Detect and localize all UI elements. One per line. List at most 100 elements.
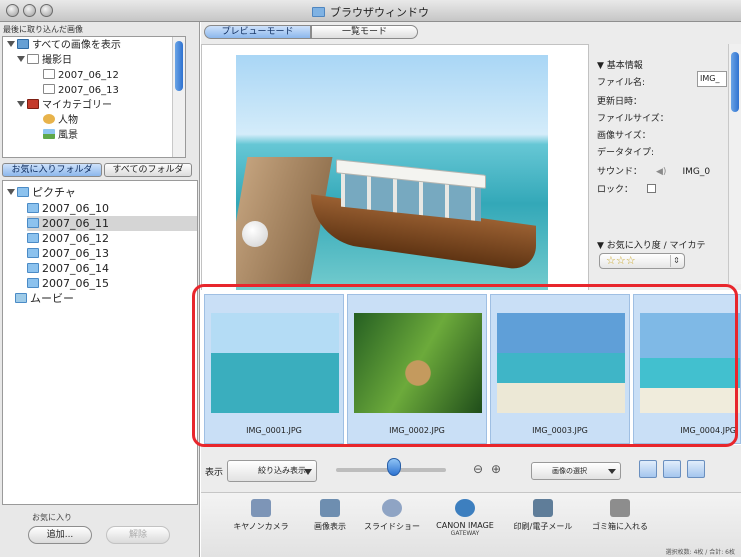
folder-icon xyxy=(27,263,39,273)
tree-item-folder-selected[interactable]: 2007_06_11 xyxy=(27,216,197,231)
gateway-icon xyxy=(455,499,475,517)
tree-item-folder[interactable]: 2007_06_10 xyxy=(27,201,197,216)
tree-item-label: すべての画像を表示 xyxy=(32,40,121,51)
filesize-label: ファイルサイズ： xyxy=(597,114,669,124)
filter-display-button[interactable]: 絞り込み表示 xyxy=(227,460,317,482)
disclosure-triangle-icon[interactable] xyxy=(17,101,25,107)
folder-tree: ピクチャ 2007_06_10 2007_06_11 2007_06_12 20… xyxy=(2,180,198,505)
view-grid-icon[interactable] xyxy=(687,460,705,478)
tree-item-label: ピクチャ xyxy=(32,186,76,199)
tab-favorite-folder[interactable]: お気に入りフォルダ xyxy=(2,163,102,177)
folder-icon xyxy=(27,278,39,288)
slider-thumb[interactable] xyxy=(387,458,401,476)
trash-icon xyxy=(610,499,630,517)
tree-item-movies[interactable]: ムービー xyxy=(15,291,197,306)
action-sublabel: GATEWAY xyxy=(450,530,480,537)
lamp-shape xyxy=(242,221,268,247)
disclosure-triangle-icon[interactable] xyxy=(7,41,15,47)
sound-value: IMG_0 xyxy=(682,167,711,177)
slideshow-button[interactable]: スライドショー xyxy=(361,499,423,532)
add-favorite-button[interactable]: 追加... xyxy=(28,526,92,544)
stepper-arrows-icon: ⇕ xyxy=(670,255,682,267)
view-image-button[interactable]: 画像表示 xyxy=(305,499,355,532)
view-single-icon[interactable] xyxy=(639,460,657,478)
tree-item-shooting-date[interactable]: 撮影日 xyxy=(17,54,72,68)
status-text: 選択枚数: 4枚 / 合計: 6枚 xyxy=(665,549,735,556)
tab-list-mode[interactable]: 一覧モード xyxy=(311,25,418,39)
print-email-button[interactable]: 印刷/電子メール xyxy=(505,499,581,532)
pictures-folder-icon xyxy=(17,187,29,197)
zoom-in-icon[interactable]: ⊕ xyxy=(491,462,501,476)
speaker-icon[interactable]: ◀) xyxy=(656,167,666,177)
star-rating-icon: ☆☆☆ xyxy=(606,254,636,267)
tree-item-folder[interactable]: 2007_06_13 xyxy=(27,246,197,261)
lock-checkbox[interactable] xyxy=(647,184,657,193)
image-select-menu[interactable]: 画像の選択 xyxy=(531,462,621,480)
action-label: 印刷/電子メール xyxy=(513,522,573,531)
tree-item-folder[interactable]: 2007_06_14 xyxy=(27,261,197,276)
tree-item-pictures[interactable]: ピクチャ xyxy=(7,185,197,200)
disclosure-triangle-icon[interactable] xyxy=(7,189,15,195)
view-compare-icon[interactable] xyxy=(663,460,681,478)
album-icon xyxy=(17,39,29,49)
action-toolbar: キヤノンカメラ 画像表示 スライドショー CANON IMAGE GATEWAY … xyxy=(201,492,741,557)
last-imported-header[interactable]: 最後に取り込んだ画像 xyxy=(3,24,83,35)
action-label: 画像表示 xyxy=(314,522,346,531)
folder-tabs: お気に入りフォルダ すべてのフォルダ xyxy=(2,163,198,177)
tree-item-folder[interactable]: 2007_06_15 xyxy=(27,276,197,291)
title-bar: ブラウザウィンドウ xyxy=(0,0,741,22)
scrollbar-thumb[interactable] xyxy=(731,52,739,112)
folder-icon xyxy=(27,203,39,213)
remove-favorite-button[interactable]: 解除 xyxy=(106,526,170,544)
window-title: ブラウザウィンドウ xyxy=(0,4,741,20)
category-tree-scrollbar[interactable] xyxy=(172,37,185,157)
move-to-trash-button[interactable]: ゴミ箱に入れる xyxy=(583,499,657,532)
thumbnail-highlight-outline xyxy=(192,284,738,447)
tab-preview-mode[interactable]: プレビューモード xyxy=(204,25,311,39)
scrollbar-thumb[interactable] xyxy=(175,41,183,91)
section-basic-info[interactable]: ▼ 基本情報 xyxy=(597,58,643,71)
canon-camera-button[interactable]: キヤノンカメラ xyxy=(231,499,291,532)
tree-item-all-images[interactable]: すべての画像を表示 xyxy=(7,39,121,53)
favorites-label: お気に入り xyxy=(32,513,72,522)
image-view-icon xyxy=(320,499,340,517)
tree-item-label: 2007_06_12 xyxy=(42,232,109,245)
sound-label: サウンド： ◀) IMG_0 xyxy=(597,164,710,177)
tree-item-folder[interactable]: 2007_06_12 xyxy=(27,231,197,246)
canon-gateway-button[interactable]: CANON IMAGE GATEWAY xyxy=(431,499,499,537)
tree-item-label: 2007_06_13 xyxy=(42,247,109,260)
mode-tabs: プレビューモード 一覧モード xyxy=(204,25,418,39)
preview-area xyxy=(201,44,589,308)
tree-item-label: ムービー xyxy=(30,292,74,305)
zoom-out-icon[interactable]: ⊖ xyxy=(473,462,483,476)
lock-row: ロック： xyxy=(597,182,657,195)
tree-item-label: 2007_06_11 xyxy=(42,217,109,230)
tree-item-people[interactable]: 人物 xyxy=(43,114,78,128)
tree-item-label: 2007_06_12 xyxy=(58,70,119,81)
tree-item-my-category[interactable]: マイカテゴリー xyxy=(17,99,112,113)
disclosure-triangle-icon[interactable] xyxy=(17,56,25,62)
slideshow-icon xyxy=(382,499,402,517)
tree-item-label: 2007_06_14 xyxy=(42,262,109,275)
tree-item-date[interactable]: 2007_06_13 xyxy=(43,84,119,98)
folder-icon xyxy=(27,233,39,243)
star-rating-select[interactable]: ☆☆☆ ⇕ xyxy=(599,253,685,269)
preview-photo[interactable] xyxy=(236,55,548,303)
tree-item-label: 2007_06_13 xyxy=(58,85,119,96)
tree-item-scenery[interactable]: 風景 xyxy=(43,129,78,143)
display-toolbar: 表示 絞り込み表示 ⊖ ⊕ 画像の選択 xyxy=(201,456,741,490)
tree-item-date[interactable]: 2007_06_12 xyxy=(43,69,119,83)
action-label: ゴミ箱に入れる xyxy=(592,522,648,531)
filename-field[interactable]: IMG_ xyxy=(697,71,727,87)
left-panel: 最後に取り込んだ画像 すべての画像を表示 撮影日 2007_06_12 2007… xyxy=(0,22,200,557)
datatype-label: データタイプ: xyxy=(597,148,655,158)
info-panel-scrollbar[interactable] xyxy=(728,44,741,284)
print-email-icon xyxy=(533,499,553,517)
sound-label-text: サウンド： xyxy=(597,167,643,177)
tab-all-folders[interactable]: すべてのフォルダ xyxy=(104,163,192,177)
section-favorite-rating[interactable]: ▼ お気に入り度 / マイカテ xyxy=(597,238,706,251)
calendar-icon xyxy=(27,54,39,64)
person-icon xyxy=(43,114,55,124)
tree-item-label: 風景 xyxy=(58,130,78,141)
filename-label: ファイル名: xyxy=(597,78,646,88)
